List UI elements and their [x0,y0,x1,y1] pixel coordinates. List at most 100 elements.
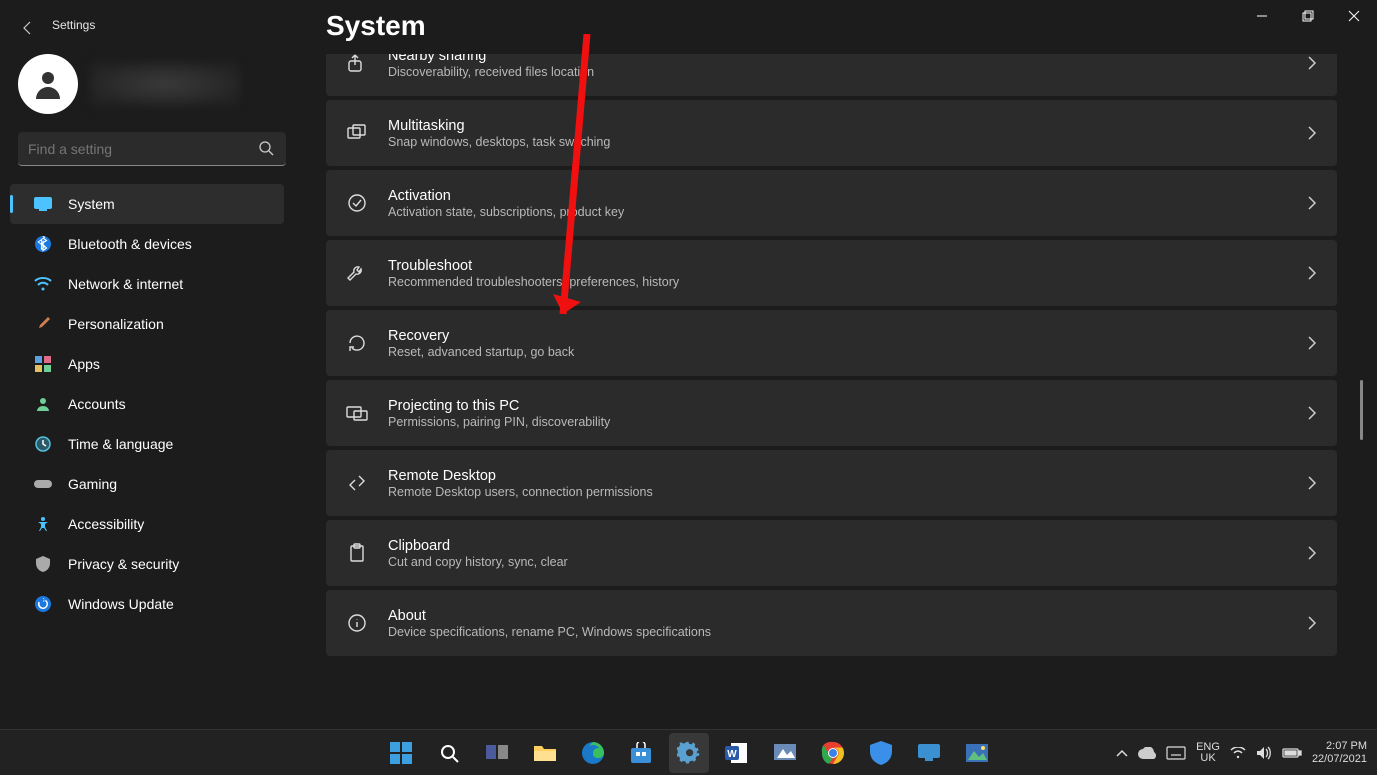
search-box[interactable] [18,132,286,166]
shield-icon [34,555,52,573]
sidebar-item-label: Personalization [68,316,164,332]
taskbar-edge[interactable] [573,733,613,773]
user-name-blurred [90,62,240,106]
taskbar-quickassist[interactable] [909,733,949,773]
chevron-right-icon [1307,56,1317,70]
tray-language[interactable]: ENGUK [1196,742,1220,764]
start-button[interactable] [381,733,421,773]
sidebar-item-network[interactable]: Network & internet [10,264,284,304]
chevron-right-icon [1307,336,1317,350]
taskbar-apps: W [381,733,997,773]
sidebar-nav: System Bluetooth & devices Network & int… [4,184,300,624]
tray-volume-icon[interactable] [1256,746,1272,760]
card-nearby-sharing[interactable]: Nearby sharingDiscoverability, received … [326,54,1337,96]
tray-keyboard-icon[interactable] [1166,746,1186,760]
tray-chevron-up-icon[interactable] [1116,748,1128,758]
main-content: System Nearby sharingDiscoverability, re… [326,10,1367,735]
taskbar-chrome[interactable] [813,733,853,773]
card-subtitle: Reset, advanced startup, go back [388,345,1307,359]
card-subtitle: Cut and copy history, sync, clear [388,555,1307,569]
chevron-right-icon [1307,546,1317,560]
card-title: Recovery [388,328,1307,344]
sidebar-item-gaming[interactable]: Gaming [10,464,284,504]
clipboard-icon [346,542,368,564]
project-icon [346,402,368,424]
settings-cards-list: Nearby sharingDiscoverability, received … [326,54,1337,735]
card-subtitle: Activation state, subscriptions, product… [388,205,1307,219]
display-icon [34,195,52,213]
card-title: Projecting to this PC [388,398,1307,414]
card-subtitle: Permissions, pairing PIN, discoverabilit… [388,415,1307,429]
sidebar-item-label: System [68,196,115,212]
chevron-right-icon [1307,476,1317,490]
taskbar-explorer[interactable] [525,733,565,773]
sidebar-item-label: Accounts [68,396,126,412]
sidebar-item-apps[interactable]: Apps [10,344,284,384]
sidebar-item-windows-update[interactable]: Windows Update [10,584,284,624]
sidebar-item-time-language[interactable]: Time & language [10,424,284,464]
search-icon [258,140,274,156]
svg-text:W: W [727,749,737,760]
sidebar-item-label: Gaming [68,476,117,492]
card-title: About [388,608,1307,624]
card-activation[interactable]: ActivationActivation state, subscription… [326,170,1337,236]
taskbar-taskview[interactable] [477,733,517,773]
taskbar-store[interactable] [621,733,661,773]
card-title: Multitasking [388,118,1307,134]
taskbar-defender[interactable] [861,733,901,773]
sidebar-item-label: Apps [68,356,100,372]
sidebar-item-label: Accessibility [68,516,144,532]
chevron-right-icon [1307,616,1317,630]
tray-battery-icon[interactable] [1282,747,1302,759]
sidebar-item-accessibility[interactable]: Accessibility [10,504,284,544]
card-subtitle: Discoverability, received files location [388,65,1307,79]
card-about[interactable]: AboutDevice specifications, rename PC, W… [326,590,1337,656]
taskbar-word[interactable]: W [717,733,757,773]
recovery-icon [346,332,368,354]
sidebar-item-personalization[interactable]: Personalization [10,304,284,344]
card-title: Clipboard [388,538,1307,554]
card-remote-desktop[interactable]: Remote DesktopRemote Desktop users, conn… [326,450,1337,516]
card-clipboard[interactable]: ClipboardCut and copy history, sync, cle… [326,520,1337,586]
taskbar-photos[interactable] [957,733,997,773]
card-recovery[interactable]: RecoveryReset, advanced startup, go back [326,310,1337,376]
sidebar-item-privacy[interactable]: Privacy & security [10,544,284,584]
taskbar-search[interactable] [429,733,469,773]
search-input[interactable] [18,132,286,166]
tray-clock[interactable]: 2:07 PM22/07/2021 [1312,740,1367,766]
card-title: Nearby sharing [388,54,1307,64]
remote-icon [346,472,368,494]
taskbar-snip[interactable] [765,733,805,773]
wifi-icon [34,275,52,293]
clock-icon [34,435,52,453]
sidebar-item-label: Windows Update [68,596,174,612]
taskbar-settings[interactable] [669,733,709,773]
card-title: Activation [388,188,1307,204]
wrench-icon [346,262,368,284]
card-subtitle: Remote Desktop users, connection permiss… [388,485,1307,499]
avatar [18,54,78,114]
multitask-icon [346,122,368,144]
card-troubleshoot[interactable]: TroubleshootRecommended troubleshooters,… [326,240,1337,306]
update-icon [34,595,52,613]
brush-icon [34,315,52,333]
chevron-right-icon [1307,126,1317,140]
user-profile[interactable] [18,54,300,114]
card-multitasking[interactable]: MultitaskingSnap windows, desktops, task… [326,100,1337,166]
tray-wifi-icon[interactable] [1230,747,1246,759]
card-subtitle: Snap windows, desktops, task switching [388,135,1307,149]
card-subtitle: Device specifications, rename PC, Window… [388,625,1307,639]
gamepad-icon [34,475,52,493]
sidebar-item-accounts[interactable]: Accounts [10,384,284,424]
sidebar-item-bluetooth[interactable]: Bluetooth & devices [10,224,284,264]
card-projecting[interactable]: Projecting to this PCPermissions, pairin… [326,380,1337,446]
sidebar-item-label: Privacy & security [68,556,179,572]
scrollbar-thumb[interactable] [1360,380,1363,440]
chevron-right-icon [1307,406,1317,420]
card-title: Remote Desktop [388,468,1307,484]
back-button[interactable] [18,18,38,38]
tray-onedrive-icon[interactable] [1138,747,1156,759]
sidebar-item-label: Network & internet [68,276,183,292]
sidebar-item-label: Bluetooth & devices [68,236,192,252]
sidebar-item-system[interactable]: System [10,184,284,224]
